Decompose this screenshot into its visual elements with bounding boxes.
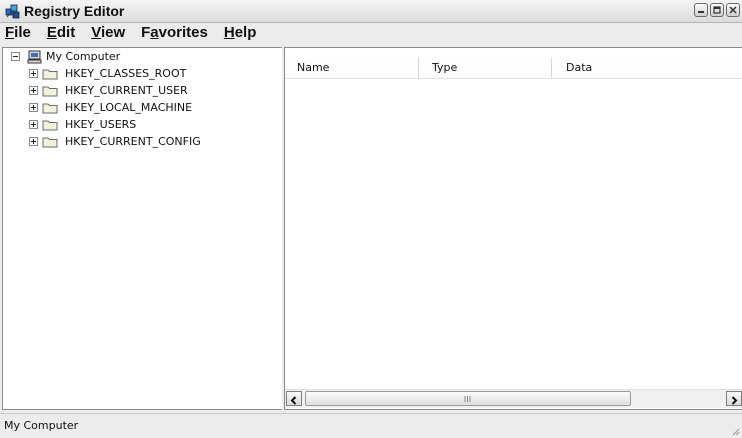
minimize-button[interactable]	[694, 3, 708, 17]
horizontal-scrollbar[interactable]	[285, 389, 742, 408]
tree-node-my-computer[interactable]: My Computer	[3, 49, 203, 65]
registry-editor-icon	[5, 4, 20, 19]
window-title: Registry Editor	[24, 3, 125, 19]
maximize-button[interactable]	[710, 3, 724, 17]
scroll-thumb[interactable]	[305, 391, 631, 406]
scroll-right-button[interactable]	[726, 391, 742, 406]
tree-node-hkey-local-machine[interactable]: HKEY_LOCAL_MACHINE	[3, 100, 243, 116]
expand-icon[interactable]	[29, 69, 38, 78]
scroll-left-icon	[290, 396, 297, 405]
folder-icon	[42, 120, 58, 131]
tree-node-hkey-current-config[interactable]: HKEY_CURRENT_CONFIG	[3, 134, 243, 150]
tree-node-hkey-classes-root[interactable]: HKEY_CLASSES_ROOT	[3, 66, 243, 82]
computer-icon	[27, 50, 42, 64]
tree-node-label: HKEY_LOCAL_MACHINE	[65, 101, 193, 114]
close-icon	[729, 6, 737, 14]
folder-icon	[42, 137, 58, 148]
folder-icon	[42, 86, 58, 97]
maximize-icon	[713, 6, 721, 14]
folder-icon	[42, 103, 58, 114]
menu-favorites[interactable]: Favorites	[133, 23, 216, 43]
column-header-data[interactable]: Data	[552, 58, 742, 78]
tree-node-label: HKEY_CLASSES_ROOT	[65, 67, 187, 80]
client-area: My Computer HKEY_CLASSES_ROOT HKEY_CURRE…	[0, 47, 742, 410]
tree-node-label: HKEY_CURRENT_USER	[65, 84, 188, 97]
tree-node-hkey-users[interactable]: HKEY_USERS	[3, 117, 243, 133]
status-text: My Computer	[4, 419, 79, 432]
menu-file[interactable]: File	[0, 23, 39, 43]
expand-icon[interactable]	[29, 103, 38, 112]
grip-icon	[464, 396, 471, 402]
menu-edit[interactable]: Edit	[39, 23, 83, 43]
expand-icon[interactable]	[29, 120, 38, 129]
tree-node-label: My Computer	[46, 50, 121, 63]
scroll-right-icon	[731, 396, 738, 405]
scroll-left-button[interactable]	[286, 391, 302, 406]
menu-view[interactable]: View	[83, 23, 133, 43]
column-header-type[interactable]: Type	[419, 58, 552, 78]
minimize-icon	[698, 11, 704, 13]
tree-node-label: HKEY_USERS	[65, 118, 137, 131]
column-header-name[interactable]: Name	[285, 58, 419, 78]
values-list[interactable]: Name Type Data	[284, 47, 742, 410]
folder-icon	[42, 69, 58, 80]
resize-grip-icon[interactable]	[730, 426, 740, 436]
title-bar[interactable]: Registry Editor	[0, 0, 742, 23]
tree-node-label: HKEY_CURRENT_CONFIG	[65, 135, 201, 148]
close-button[interactable]	[726, 3, 740, 17]
menu-bar: File Edit View Favorites Help	[0, 23, 742, 43]
tree-node-hkey-current-user[interactable]: HKEY_CURRENT_USER	[3, 83, 243, 99]
status-bar: My Computer	[0, 413, 742, 438]
registry-editor-window: Registry Editor File Edit View Favorites…	[0, 0, 742, 438]
menu-help[interactable]: Help	[216, 23, 265, 43]
expand-icon[interactable]	[29, 137, 38, 146]
expand-icon[interactable]	[29, 86, 38, 95]
collapse-icon[interactable]	[11, 52, 20, 61]
registry-tree[interactable]: My Computer HKEY_CLASSES_ROOT HKEY_CURRE…	[2, 47, 283, 410]
